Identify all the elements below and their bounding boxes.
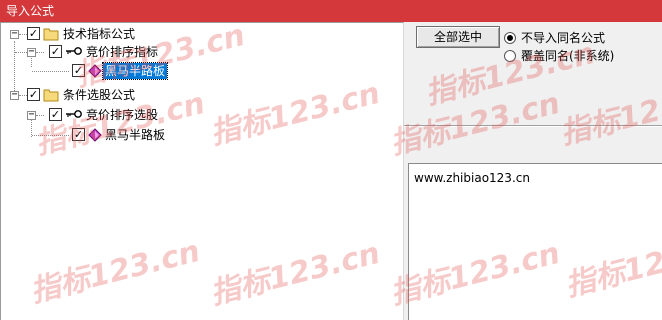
radio-button[interactable] bbox=[504, 32, 516, 44]
tree-node-auction-indicator[interactable]: − ✓ 竞价排序指标 bbox=[1, 44, 401, 62]
tree-node-label: 竞价排序指标 bbox=[86, 45, 159, 59]
collapse-toggle[interactable]: − bbox=[10, 90, 19, 100]
tree-node-formula[interactable]: ✓ 黑马半路板 bbox=[1, 127, 401, 145]
collapse-toggle[interactable]: − bbox=[10, 29, 19, 39]
window-title: 导入公式 bbox=[6, 4, 55, 18]
select-all-button[interactable]: 全部选中 bbox=[416, 26, 500, 48]
collapse-toggle[interactable]: − bbox=[27, 47, 36, 57]
node-checkbox[interactable]: ✓ bbox=[27, 27, 40, 40]
options-panel: 全部选中 不导入同名公式 覆盖同名(非系统) www.zhibiao123.cn bbox=[404, 22, 662, 320]
divider bbox=[404, 125, 662, 127]
radio-label: 不导入同名公式 bbox=[521, 31, 606, 45]
tree-node-label: 黑马半路板 bbox=[105, 128, 166, 142]
formula-diamond-icon bbox=[88, 64, 102, 81]
tree-node-label: 竞价排序选股 bbox=[86, 108, 159, 122]
node-checkbox[interactable]: ✓ bbox=[49, 108, 62, 121]
tree-node-label: 黑马半路板 bbox=[101, 62, 169, 80]
key-icon bbox=[65, 45, 83, 60]
info-text: www.zhibiao123.cn bbox=[414, 171, 530, 185]
radio-button[interactable] bbox=[504, 50, 516, 62]
formula-diamond-icon bbox=[88, 128, 102, 145]
node-checkbox[interactable]: ✓ bbox=[49, 45, 62, 58]
window-title-bar: 导入公式 bbox=[0, 0, 662, 22]
formula-tree[interactable]: − ✓ 技术指标公式 − ✓ 竞价排序指标 ✓ 黑马半路板 − ✓ 条件选股公式… bbox=[0, 22, 404, 320]
tree-node-auction-screener[interactable]: − ✓ 竞价排序选股 bbox=[1, 107, 401, 125]
tree-node-tech-formulas[interactable]: − ✓ 技术指标公式 bbox=[1, 26, 401, 44]
tree-node-condition-formulas[interactable]: − ✓ 条件选股公式 bbox=[1, 87, 401, 105]
info-box: www.zhibiao123.cn bbox=[408, 163, 662, 320]
collapse-toggle[interactable]: − bbox=[27, 110, 36, 120]
tree-node-label: 条件选股公式 bbox=[63, 88, 136, 102]
folder-icon bbox=[43, 27, 59, 44]
tree-node-label: 技术指标公式 bbox=[63, 27, 136, 41]
radio-label: 覆盖同名(非系统) bbox=[521, 49, 615, 63]
key-icon bbox=[65, 108, 83, 123]
node-checkbox[interactable]: ✓ bbox=[72, 64, 85, 77]
folder-icon bbox=[43, 88, 59, 105]
node-checkbox[interactable]: ✓ bbox=[72, 128, 85, 141]
node-checkbox[interactable]: ✓ bbox=[27, 88, 40, 101]
tree-node-formula-selected[interactable]: ✓ 黑马半路板 bbox=[1, 62, 401, 81]
